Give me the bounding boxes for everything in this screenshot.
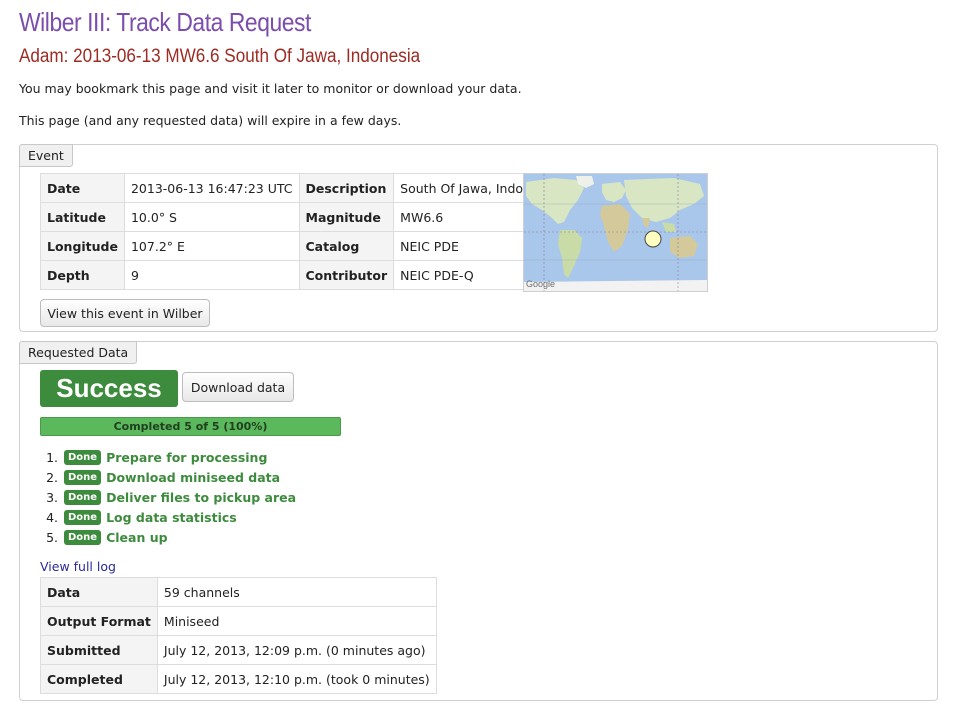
step-label: Deliver files to pickup area [106,489,297,505]
date-label: Date [40,173,125,203]
step-label: Clean up [106,529,168,545]
date-value: 2013-06-13 16:47:23 UTC [123,173,300,203]
event-details-table: Date 2013-06-13 16:47:23 UTC Description… [40,173,564,290]
table-row: Latitude 10.0° S Magnitude MW6.6 [40,202,564,232]
table-row: Data 59 channels [40,577,437,607]
requested-data-panel: Requested Data Success Download data Com… [19,341,938,701]
success-status-badge: Success [40,370,178,407]
list-item: 3. Done Deliver files to pickup area [40,487,296,507]
list-item: 1. Done Prepare for processing [40,447,296,467]
longitude-label: Longitude [40,231,125,261]
step-label: Log data statistics [106,509,237,525]
magnitude-label: Magnitude [298,202,395,232]
table-row: Completed July 12, 2013, 12:10 p.m. (too… [40,664,437,694]
processing-steps-list: 1. Done Prepare for processing 2. Done D… [40,447,296,547]
done-badge: Done [64,489,102,505]
completed-label: Completed [40,664,158,694]
submitted-label: Submitted [40,635,158,665]
catalog-label: Catalog [298,231,395,261]
table-row: Longitude 107.2° E Catalog NEIC PDE [40,231,564,261]
data-label: Data [40,577,158,607]
done-badge: Done [64,529,102,545]
done-badge: Done [64,509,102,525]
completed-value: July 12, 2013, 12:10 p.m. (took 0 minute… [156,664,437,694]
step-label: Download miniseed data [106,469,281,485]
step-number: 4. [46,509,58,525]
requested-data-legend: Requested Data [19,341,138,364]
step-number: 3. [46,489,58,505]
page-title: Wilber III: Track Data Request [19,7,311,37]
done-badge: Done [64,449,102,465]
download-data-button[interactable]: Download data [182,372,294,402]
event-location-map[interactable]: Google [523,173,708,292]
submitted-value: July 12, 2013, 12:09 p.m. (0 minutes ago… [156,635,437,665]
event-legend: Event [19,144,73,167]
table-row: Depth 9 Contributor NEIC PDE-Q [40,260,564,290]
data-value: 59 channels [156,577,437,607]
latitude-label: Latitude [40,202,125,232]
table-row: Submitted July 12, 2013, 12:09 p.m. (0 m… [40,635,437,665]
event-marker-icon[interactable] [644,230,662,248]
list-item: 2. Done Download miniseed data [40,467,296,487]
view-full-log-link[interactable]: View full log [40,559,116,574]
world-map-image: Google [524,174,707,291]
longitude-value: 107.2° E [123,231,300,261]
done-badge: Done [64,469,102,485]
list-item: 5. Done Clean up [40,527,296,547]
depth-value: 9 [123,260,300,290]
description-label: Description [298,173,395,203]
step-number: 1. [46,449,58,465]
list-item: 4. Done Log data statistics [40,507,296,527]
view-event-in-wilber-button[interactable]: View this event in Wilber [40,299,210,327]
step-number: 2. [46,469,58,485]
output-format-value: Miniseed [156,606,437,636]
table-row: Date 2013-06-13 16:47:23 UTC Description… [40,173,564,203]
progress-bar: Completed 5 of 5 (100%) [40,417,341,436]
latitude-value: 10.0° S [123,202,300,232]
depth-label: Depth [40,260,125,290]
progress-label: Completed 5 of 5 (100%) [113,420,268,433]
contributor-label: Contributor [298,260,395,290]
google-logo: Google [526,279,555,289]
request-details-table: Data 59 channels Output Format Miniseed … [40,577,437,694]
event-panel: Event Date 2013-06-13 16:47:23 UTC Descr… [19,144,938,332]
step-label: Prepare for processing [106,449,268,465]
output-format-label: Output Format [40,606,158,636]
event-subtitle: Adam: 2013-06-13 MW6.6 South Of Jawa, In… [19,46,421,67]
table-row: Output Format Miniseed [40,606,437,636]
expiry-note: This page (and any requested data) will … [19,113,402,128]
bookmark-note: You may bookmark this page and visit it … [19,81,522,96]
step-number: 5. [46,529,58,545]
